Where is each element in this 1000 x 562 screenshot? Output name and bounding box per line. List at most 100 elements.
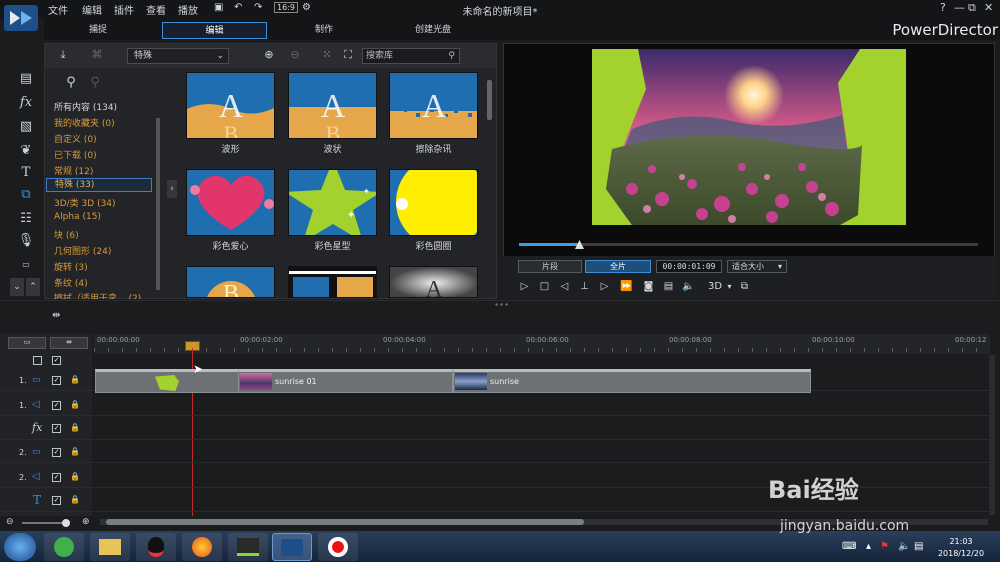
category-all[interactable]: 所有内容 (134) — [54, 100, 117, 113]
volume-tray-icon[interactable]: 🔈 — [898, 541, 910, 552]
transition-room-icon[interactable]: ⧉ — [17, 186, 35, 204]
spotlight-transition-icon[interactable]: A — [389, 266, 478, 298]
video-clip[interactable]: sunrise — [453, 369, 811, 393]
taskbar-clock[interactable]: 21:03 2018/12/20 — [926, 536, 996, 560]
collapse-panel-button[interactable]: ‹ — [167, 180, 177, 198]
track-manager-icon[interactable]: ▭ — [8, 337, 46, 349]
play-icon[interactable]: ▷ — [518, 280, 531, 293]
track-enable-checkbox[interactable]: ✓ — [52, 473, 61, 482]
zoom-in-icon[interactable]: ⊕ — [82, 517, 90, 527]
start-button[interactable] — [4, 533, 36, 561]
taskbar-qq[interactable] — [136, 533, 176, 561]
track-enable-checkbox[interactable]: ✓ — [52, 448, 61, 457]
audio-mixing-icon[interactable]: ☷ — [17, 210, 35, 228]
category-downloaded[interactable]: 已下载 (0) — [54, 148, 97, 161]
track-enable-checkbox[interactable]: ✓ — [52, 424, 61, 433]
previous-frame-icon[interactable]: ◁ — [558, 280, 571, 293]
timeline-fit-icon[interactable]: ⇹ — [50, 337, 88, 349]
category-wipe[interactable]: 擦拭（适用于拿... (2) — [54, 291, 141, 299]
restore-button[interactable]: ⧉ — [968, 1, 976, 15]
circle-transition-icon[interactable] — [389, 169, 478, 236]
voice-over-icon[interactable]: 🎙 — [17, 232, 35, 250]
category-block[interactable]: 块 (6) — [54, 228, 79, 241]
fast-forward-icon[interactable]: ⏩ — [620, 280, 633, 293]
preview-progress-track[interactable] — [519, 243, 978, 246]
add-icon[interactable]: ⊕ — [262, 48, 276, 62]
menu-file[interactable]: 文件 — [48, 2, 68, 17]
tag-add-icon[interactable]: ⚲ — [64, 76, 78, 90]
wave-transition-icon[interactable]: AB — [186, 72, 275, 139]
title-room-icon[interactable]: T — [17, 164, 35, 182]
particle-room-icon[interactable]: ❦ — [17, 142, 35, 160]
tray-expand-icon[interactable]: ▴ — [866, 541, 871, 552]
redo-icon[interactable]: ↷ — [254, 2, 262, 13]
media-room-icon[interactable]: ▤ — [17, 70, 35, 88]
taskbar-firefox[interactable] — [182, 533, 222, 561]
tab-create-disc[interactable]: 创建光盘 — [396, 22, 470, 39]
lock-icon[interactable]: 🔒 — [70, 423, 80, 432]
tab-edit[interactable]: 编辑 — [162, 22, 267, 39]
star-transition-icon[interactable]: ✦ ✦ — [288, 169, 377, 236]
film-strip-transition-icon[interactable] — [288, 266, 377, 298]
timeline-vertical-scrollbar[interactable] — [989, 355, 995, 515]
category-favorites[interactable]: 我的收藏夹 (0) — [54, 116, 115, 129]
minimize-button[interactable]: — — [954, 1, 965, 14]
category-general[interactable]: 常规 (12) — [54, 164, 93, 177]
category-stripes[interactable]: 条纹 (4) — [54, 276, 88, 289]
keyboard-icon[interactable]: ⌨ — [842, 541, 856, 552]
save-icon[interactable]: ▣ — [214, 2, 223, 13]
subtitle-icon[interactable]: ▤ — [662, 280, 675, 293]
video-clip[interactable]: sunrise 01 — [238, 369, 453, 393]
heart-transition-icon[interactable] — [186, 169, 275, 236]
zoom-dropdown[interactable]: 适合大小 ▾ — [727, 260, 787, 273]
category-rotate[interactable]: 旋转 (3) — [54, 260, 88, 273]
taskbar-power2go[interactable] — [228, 533, 268, 561]
action-center-icon[interactable]: ▤ — [914, 541, 923, 552]
track-enable-checkbox[interactable]: ✓ — [52, 496, 61, 505]
category-alpha[interactable]: Alpha (15) — [54, 212, 101, 222]
all-tracks-toggle[interactable] — [33, 356, 42, 365]
tab-produce[interactable]: 制作 — [288, 22, 360, 39]
next-frame-icon[interactable]: ▷ — [598, 280, 611, 293]
split-icon[interactable]: ⊥ — [578, 280, 591, 293]
fx-room-icon[interactable]: fx — [17, 94, 35, 112]
track-enable-checkbox[interactable]: ✓ — [52, 401, 61, 410]
stop-icon[interactable]: □ — [538, 280, 551, 293]
taskbar-explorer[interactable] — [90, 533, 130, 561]
lock-icon[interactable]: 🔒 — [70, 375, 80, 384]
snapshot-icon[interactable]: ◙ — [642, 280, 655, 293]
timecode-display[interactable]: 00:00:01:09 — [656, 260, 722, 273]
category-custom[interactable]: 自定义 (0) — [54, 132, 97, 145]
network-warning-icon[interactable]: ⚑ — [880, 541, 889, 552]
menu-play[interactable]: 播放 — [178, 2, 198, 17]
menu-edit[interactable]: 编辑 — [82, 2, 102, 17]
transition-clip[interactable] — [95, 369, 239, 393]
noise-wipe-transition-icon[interactable]: A — [389, 72, 478, 139]
lock-icon[interactable]: 🔒 — [70, 400, 80, 409]
help-button[interactable]: ? — [940, 1, 946, 14]
clip-mode-button[interactable]: 片段 — [518, 260, 582, 273]
ripple-transition-icon[interactable]: AB — [288, 72, 377, 139]
pip-room-icon[interactable]: ▧ — [17, 118, 35, 136]
chevron-down-icon[interactable]: ▾ — [723, 280, 736, 293]
rail-scroll-down-icon[interactable]: ⌃ — [26, 278, 40, 296]
search-input[interactable]: 搜索库 ⚲ — [362, 48, 460, 64]
all-tracks-checkbox[interactable]: ✓ — [52, 356, 61, 365]
settings-gear-icon[interactable]: ⚙ — [302, 2, 311, 13]
undo-icon[interactable]: ↶ — [234, 2, 242, 13]
category-dropdown[interactable]: 特殊 ⌄ — [127, 48, 229, 64]
lock-icon[interactable]: 🔒 — [70, 495, 80, 504]
track-enable-checkbox[interactable]: ✓ — [52, 376, 61, 385]
rail-scroll-up-icon[interactable]: ⌄ — [10, 278, 24, 296]
taskbar-powerdirector[interactable] — [272, 533, 312, 561]
category-geometric[interactable]: 几何图形 (24) — [54, 244, 111, 257]
scrollbar-thumb[interactable] — [106, 519, 584, 525]
fit-timeline-icon[interactable]: ⇹ — [52, 310, 60, 321]
subtitle-room-icon[interactable]: ▭ — [17, 256, 35, 274]
import-icon[interactable]: ⤓ — [56, 48, 70, 62]
expand-icon[interactable]: ⛶ — [341, 48, 355, 62]
category-scrollbar[interactable] — [156, 118, 160, 290]
tab-capture[interactable]: 捕捉 — [58, 22, 138, 39]
grid-view-icon[interactable]: ⁙ — [320, 48, 334, 62]
library-scrollbar[interactable] — [487, 80, 492, 120]
